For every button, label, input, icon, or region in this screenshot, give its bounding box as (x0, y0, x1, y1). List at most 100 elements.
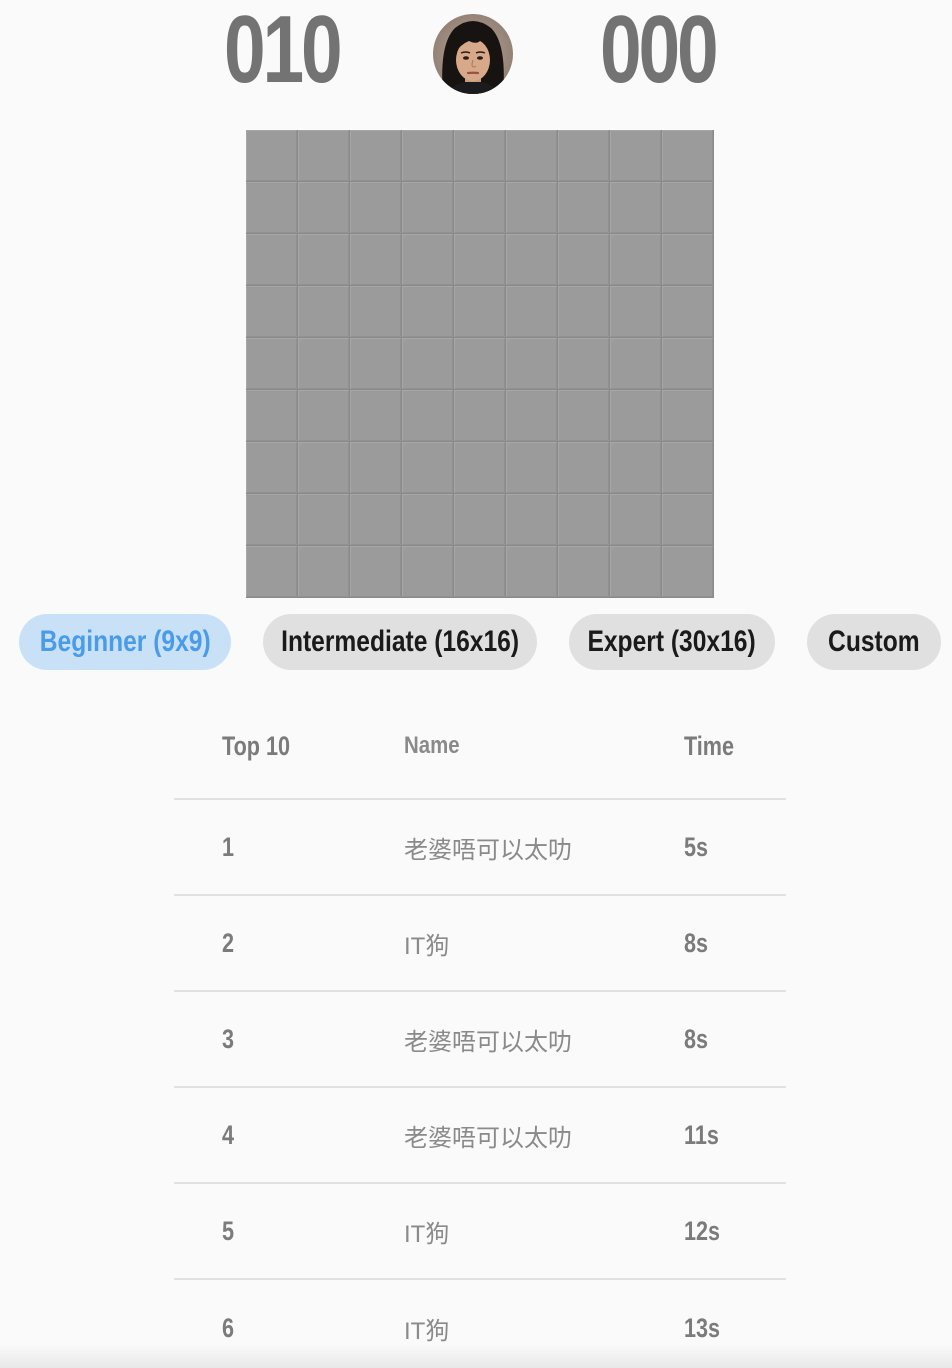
minefield-cell[interactable] (402, 442, 454, 494)
minefield-cell[interactable] (506, 546, 558, 598)
minefield-cell[interactable] (350, 182, 402, 234)
minefield-cell[interactable] (298, 234, 350, 286)
player-face-icon (433, 14, 513, 94)
minefield-cell[interactable] (454, 442, 506, 494)
minefield-cell[interactable] (506, 494, 558, 546)
minefield-cell[interactable] (610, 234, 662, 286)
minefield-cell[interactable] (246, 234, 298, 286)
minefield-cell[interactable] (246, 130, 298, 182)
minefield-cell[interactable] (506, 390, 558, 442)
minefield-cell[interactable] (298, 442, 350, 494)
minefield-cell[interactable] (246, 286, 298, 338)
level-button-intermediate[interactable]: Intermediate (16x16) (263, 614, 537, 670)
minefield-cell[interactable] (610, 130, 662, 182)
level-button-beginner[interactable]: Beginner (9x9) (19, 614, 231, 670)
minefield-cell[interactable] (454, 182, 506, 234)
leaderboard-table: Top 10 Name Time 1 老婆唔可以太叻 5s 2 IT狗 8s 3… (174, 694, 786, 1368)
minefield-cell[interactable] (662, 338, 714, 390)
minefield-cell[interactable] (662, 494, 714, 546)
minefield-cell[interactable] (558, 390, 610, 442)
minefield-cell[interactable] (350, 234, 402, 286)
minefield-cell[interactable] (298, 390, 350, 442)
minefield-grid (246, 130, 714, 598)
minefield-cell[interactable] (298, 494, 350, 546)
minefield-cell[interactable] (246, 182, 298, 234)
row-name: 老婆唔可以太叻 (404, 836, 572, 864)
minefield-cell[interactable] (454, 494, 506, 546)
level-button-label: Beginner (9x9) (39, 625, 211, 658)
minefield-cell[interactable] (506, 442, 558, 494)
minefield-cell[interactable] (558, 338, 610, 390)
minefield-cell[interactable] (610, 390, 662, 442)
minefield-cell[interactable] (506, 338, 558, 390)
minefield-cell[interactable] (454, 338, 506, 390)
minefield-cell[interactable] (298, 182, 350, 234)
row-name: IT狗 (404, 1220, 450, 1248)
minefield-cell[interactable] (610, 546, 662, 598)
level-button-custom[interactable]: Custom (807, 614, 941, 670)
minefield-cell[interactable] (350, 442, 402, 494)
minefield-cell[interactable] (506, 130, 558, 182)
minefield-cell[interactable] (246, 442, 298, 494)
minefield-cell[interactable] (246, 494, 298, 546)
minefield-cell[interactable] (402, 546, 454, 598)
minefield-cell[interactable] (610, 286, 662, 338)
minefield-cell[interactable] (558, 286, 610, 338)
minefield-cell[interactable] (558, 494, 610, 546)
minefield-cell[interactable] (506, 182, 558, 234)
minefield-cell[interactable] (558, 130, 610, 182)
row-rank: 2 (222, 927, 235, 958)
minefield-cell[interactable] (350, 546, 402, 598)
minefield-cell[interactable] (298, 286, 350, 338)
minefield-cell[interactable] (558, 234, 610, 286)
minefield-cell[interactable] (350, 494, 402, 546)
minefield-cell[interactable] (350, 130, 402, 182)
level-button-expert[interactable]: Expert (30x16) (569, 614, 775, 670)
minefield-cell[interactable] (350, 390, 402, 442)
minefield-cell[interactable] (558, 182, 610, 234)
minefield-cell[interactable] (662, 442, 714, 494)
minefield-cell[interactable] (454, 286, 506, 338)
minefield-cell[interactable] (506, 286, 558, 338)
row-time: 8s (684, 1023, 709, 1054)
minefield-cell[interactable] (662, 234, 714, 286)
minefield-cell[interactable] (610, 338, 662, 390)
row-rank: 1 (222, 831, 235, 862)
minefield-cell[interactable] (402, 182, 454, 234)
minefield-cell[interactable] (610, 182, 662, 234)
minefield-cell[interactable] (454, 234, 506, 286)
minefield-cell[interactable] (246, 546, 298, 598)
minefield-cell[interactable] (402, 338, 454, 390)
minefield-cell[interactable] (662, 286, 714, 338)
minefield-cell[interactable] (558, 546, 610, 598)
minefield-cell[interactable] (662, 546, 714, 598)
minefield-cell[interactable] (506, 234, 558, 286)
minefield-cell[interactable] (298, 338, 350, 390)
leaderboard-row: 5 IT狗 12s (174, 1184, 786, 1280)
minefield-cell[interactable] (402, 286, 454, 338)
minefield-cell[interactable] (350, 286, 402, 338)
level-button-label: Custom (828, 625, 920, 658)
minefield-cell[interactable] (402, 130, 454, 182)
minefield-cell[interactable] (454, 546, 506, 598)
minefield-cell[interactable] (662, 390, 714, 442)
minefield-cell[interactable] (246, 338, 298, 390)
minefield-cell[interactable] (298, 130, 350, 182)
minefield-cell[interactable] (662, 130, 714, 182)
minefield-cell[interactable] (402, 494, 454, 546)
minefield-cell[interactable] (610, 494, 662, 546)
minefield-cell[interactable] (350, 338, 402, 390)
minefield-cell[interactable] (402, 234, 454, 286)
minefield-cell[interactable] (246, 390, 298, 442)
row-time: 11s (684, 1119, 719, 1150)
minefield-cell[interactable] (610, 442, 662, 494)
minefield-cell[interactable] (454, 130, 506, 182)
face-reset-button[interactable] (433, 14, 513, 94)
minefield-cell[interactable] (558, 442, 610, 494)
minefield-cell[interactable] (402, 390, 454, 442)
row-time: 12s (684, 1215, 721, 1246)
minefield-cell[interactable] (454, 390, 506, 442)
leaderboard-row: 4 老婆唔可以太叻 11s (174, 1088, 786, 1184)
minefield-cell[interactable] (662, 182, 714, 234)
minefield-cell[interactable] (298, 546, 350, 598)
